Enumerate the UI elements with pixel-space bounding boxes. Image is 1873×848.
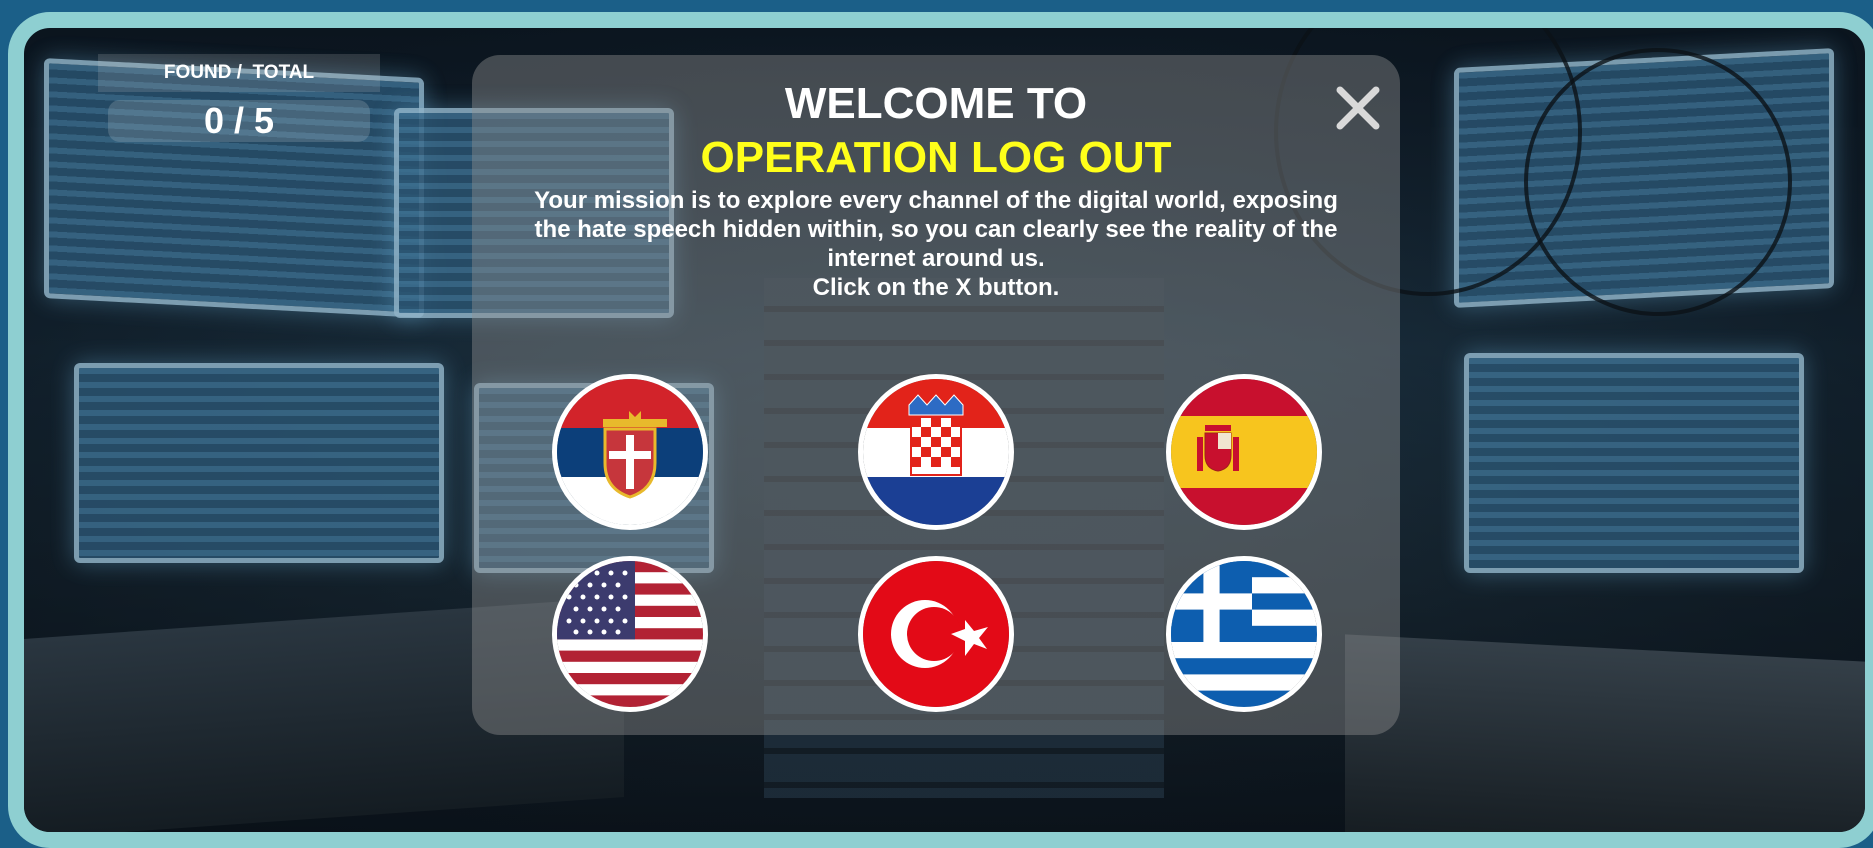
background-monitor [74,363,444,563]
close-button[interactable] [1334,84,1382,132]
background-desk [1345,634,1865,832]
message-line: internet around us. [827,245,1045,272]
message-line: Your mission is to explore every channel… [534,187,1338,214]
croatia-flag-icon [863,379,1009,525]
modal-title-line2: OPERATION LOG OUT [700,133,1172,182]
flag-button-greece[interactable] [1166,556,1322,712]
flag-button-spain[interactable] [1166,374,1322,530]
flag-button-croatia[interactable] [858,374,1014,530]
background-monitor [44,58,424,318]
modal-title-line1: WELCOME TO [784,79,1088,128]
close-x-icon [1336,86,1380,130]
flag-button-turkey[interactable] [858,556,1014,712]
greece-flag-icon [1171,561,1317,707]
serbia-flag-icon [557,379,703,525]
message-line: Click on the X button. [812,274,1060,301]
spain-flag-icon [1171,379,1317,525]
flag-button-usa[interactable] [552,556,708,712]
flag-button-serbia[interactable] [552,374,708,530]
usa-flag-icon [557,561,703,707]
message-line: the hate speech hidden within, so you ca… [534,216,1338,243]
mission-message: Your mission is to explore every channel… [492,186,1380,302]
turkey-flag-icon [863,561,1009,707]
background-monitor [1464,353,1804,573]
found-total-counter: 0 / 5 [108,100,370,142]
found-total-label: FOUND / TOTAL [98,54,380,92]
background-cable [1524,48,1792,316]
